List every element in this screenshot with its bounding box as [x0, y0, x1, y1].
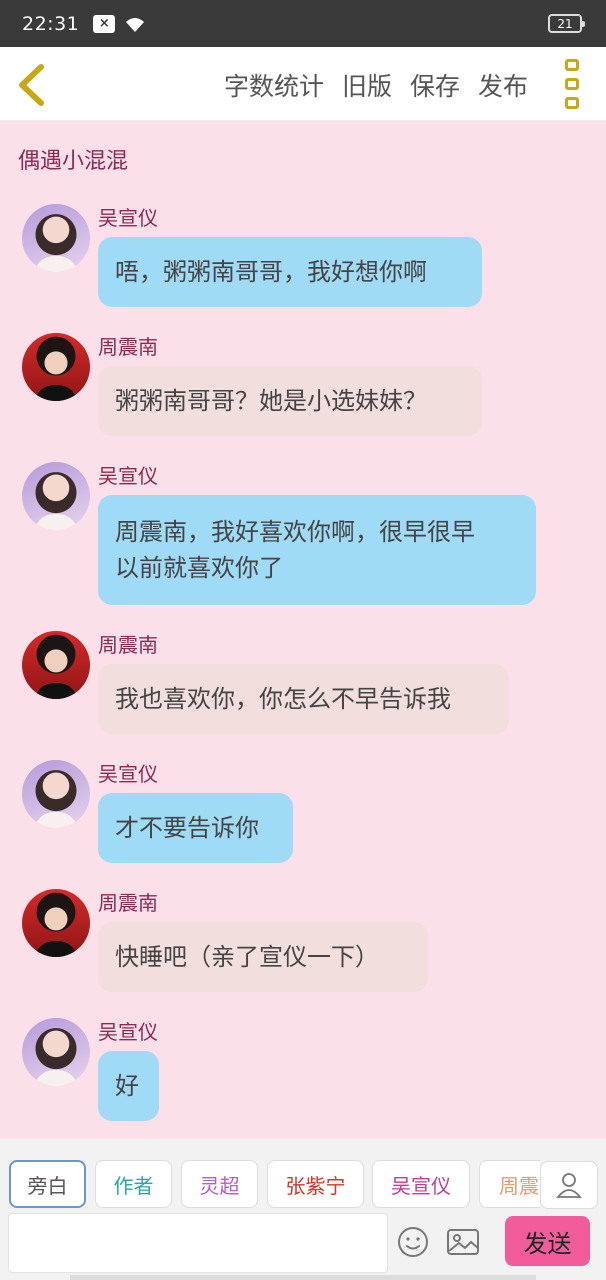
sender-name: 吴宣仪 — [98, 1020, 158, 1044]
word-count-button[interactable]: 字数统计 — [224, 67, 324, 103]
message-bubble[interactable]: 好 — [98, 1051, 159, 1121]
role-label: 吴宣仪 — [391, 1173, 451, 1198]
message-bubble[interactable]: 快睡吧（亲了宣仪一下） — [98, 922, 428, 992]
sender-name: 吴宣仪 — [98, 464, 158, 488]
girl-avatar[interactable] — [22, 1018, 90, 1086]
save-button[interactable]: 保存 — [410, 67, 460, 103]
girl-avatar[interactable] — [22, 462, 90, 530]
message-line: 周震南，我好喜欢你啊，很早很早 — [115, 518, 475, 546]
message-bubble[interactable]: 粥粥南哥哥？她是小选妹妹？ — [98, 366, 482, 436]
editor-toolbar: 字数统计 旧版 保存 发布 — [0, 47, 606, 121]
wifi-icon — [126, 17, 145, 32]
message-bubble[interactable]: 才不要告诉你 — [98, 793, 293, 863]
role-chip[interactable]: 周震 — [479, 1160, 540, 1208]
girl-avatar[interactable] — [22, 204, 90, 272]
notification-icon: × — [93, 14, 116, 33]
sender-name: 周震南 — [98, 335, 158, 359]
message-bubble[interactable]: 唔，粥粥南哥哥，我好想你啊 — [98, 237, 482, 307]
role-chip[interactable]: 吴宣仪 — [372, 1160, 470, 1208]
sender-name: 吴宣仪 — [98, 762, 158, 786]
role-label: 作者 — [113, 1173, 154, 1198]
role-chip[interactable]: 张紫宁 — [267, 1160, 364, 1208]
sender-name: 周震南 — [98, 891, 158, 915]
role-label: 旁白 — [27, 1173, 68, 1198]
boy-avatar[interactable] — [22, 889, 90, 957]
message-line: 以前就喜欢你了 — [115, 554, 283, 582]
role-label: 周震 — [499, 1173, 539, 1198]
sender-name: 吴宣仪 — [98, 206, 158, 230]
smile-icon[interactable] — [396, 1225, 430, 1259]
role-chip[interactable]: 作者 — [95, 1160, 172, 1208]
boy-avatar[interactable] — [22, 333, 90, 401]
boy-avatar[interactable] — [22, 631, 90, 699]
publish-button[interactable]: 发布 — [478, 67, 528, 103]
user-icon[interactable] — [540, 1161, 598, 1209]
battery-icon: 21 — [548, 14, 585, 33]
message-bubble[interactable]: 周震南，我好喜欢你啊，很早很早 以前就喜欢你了 — [98, 495, 536, 605]
image-icon[interactable] — [446, 1227, 480, 1257]
role-chip[interactable]: 灵超 — [181, 1160, 258, 1208]
composer-panel: 旁白 作者 灵超 张紫宁 吴宣仪 周震 发送 — [0, 1139, 606, 1280]
role-label: 灵超 — [199, 1173, 240, 1198]
role-label: 张紫宁 — [285, 1173, 346, 1198]
send-button[interactable]: 发送 — [505, 1216, 590, 1266]
message-input[interactable] — [8, 1213, 388, 1273]
sender-name: 周震南 — [98, 633, 158, 657]
girl-avatar[interactable] — [22, 760, 90, 828]
home-indicator — [70, 1275, 536, 1280]
chevron-left-icon[interactable] — [14, 63, 54, 107]
status-time: 22:31 — [22, 12, 80, 35]
role-selector[interactable]: 旁白 作者 灵超 张紫宁 吴宣仪 周震 — [0, 1160, 540, 1208]
old-version-button[interactable]: 旧版 — [342, 67, 392, 103]
toolbar-actions: 字数统计 旧版 保存 发布 — [224, 67, 528, 103]
role-chip[interactable]: 旁白 — [9, 1160, 86, 1208]
status-bar: 22:31 × 21 — [0, 0, 606, 47]
battery-level: 21 — [557, 16, 573, 31]
more-vertical-icon[interactable] — [562, 59, 582, 109]
chapter-title: 偶遇小混混 — [18, 149, 129, 174]
chat-area[interactable]: 偶遇小混混 吴宣仪 唔，粥粥南哥哥，我好想你啊 周震南 粥粥南哥哥？她是小选妹妹… — [0, 121, 606, 1139]
message-bubble[interactable]: 我也喜欢你，你怎么不早告诉我 — [98, 664, 509, 734]
